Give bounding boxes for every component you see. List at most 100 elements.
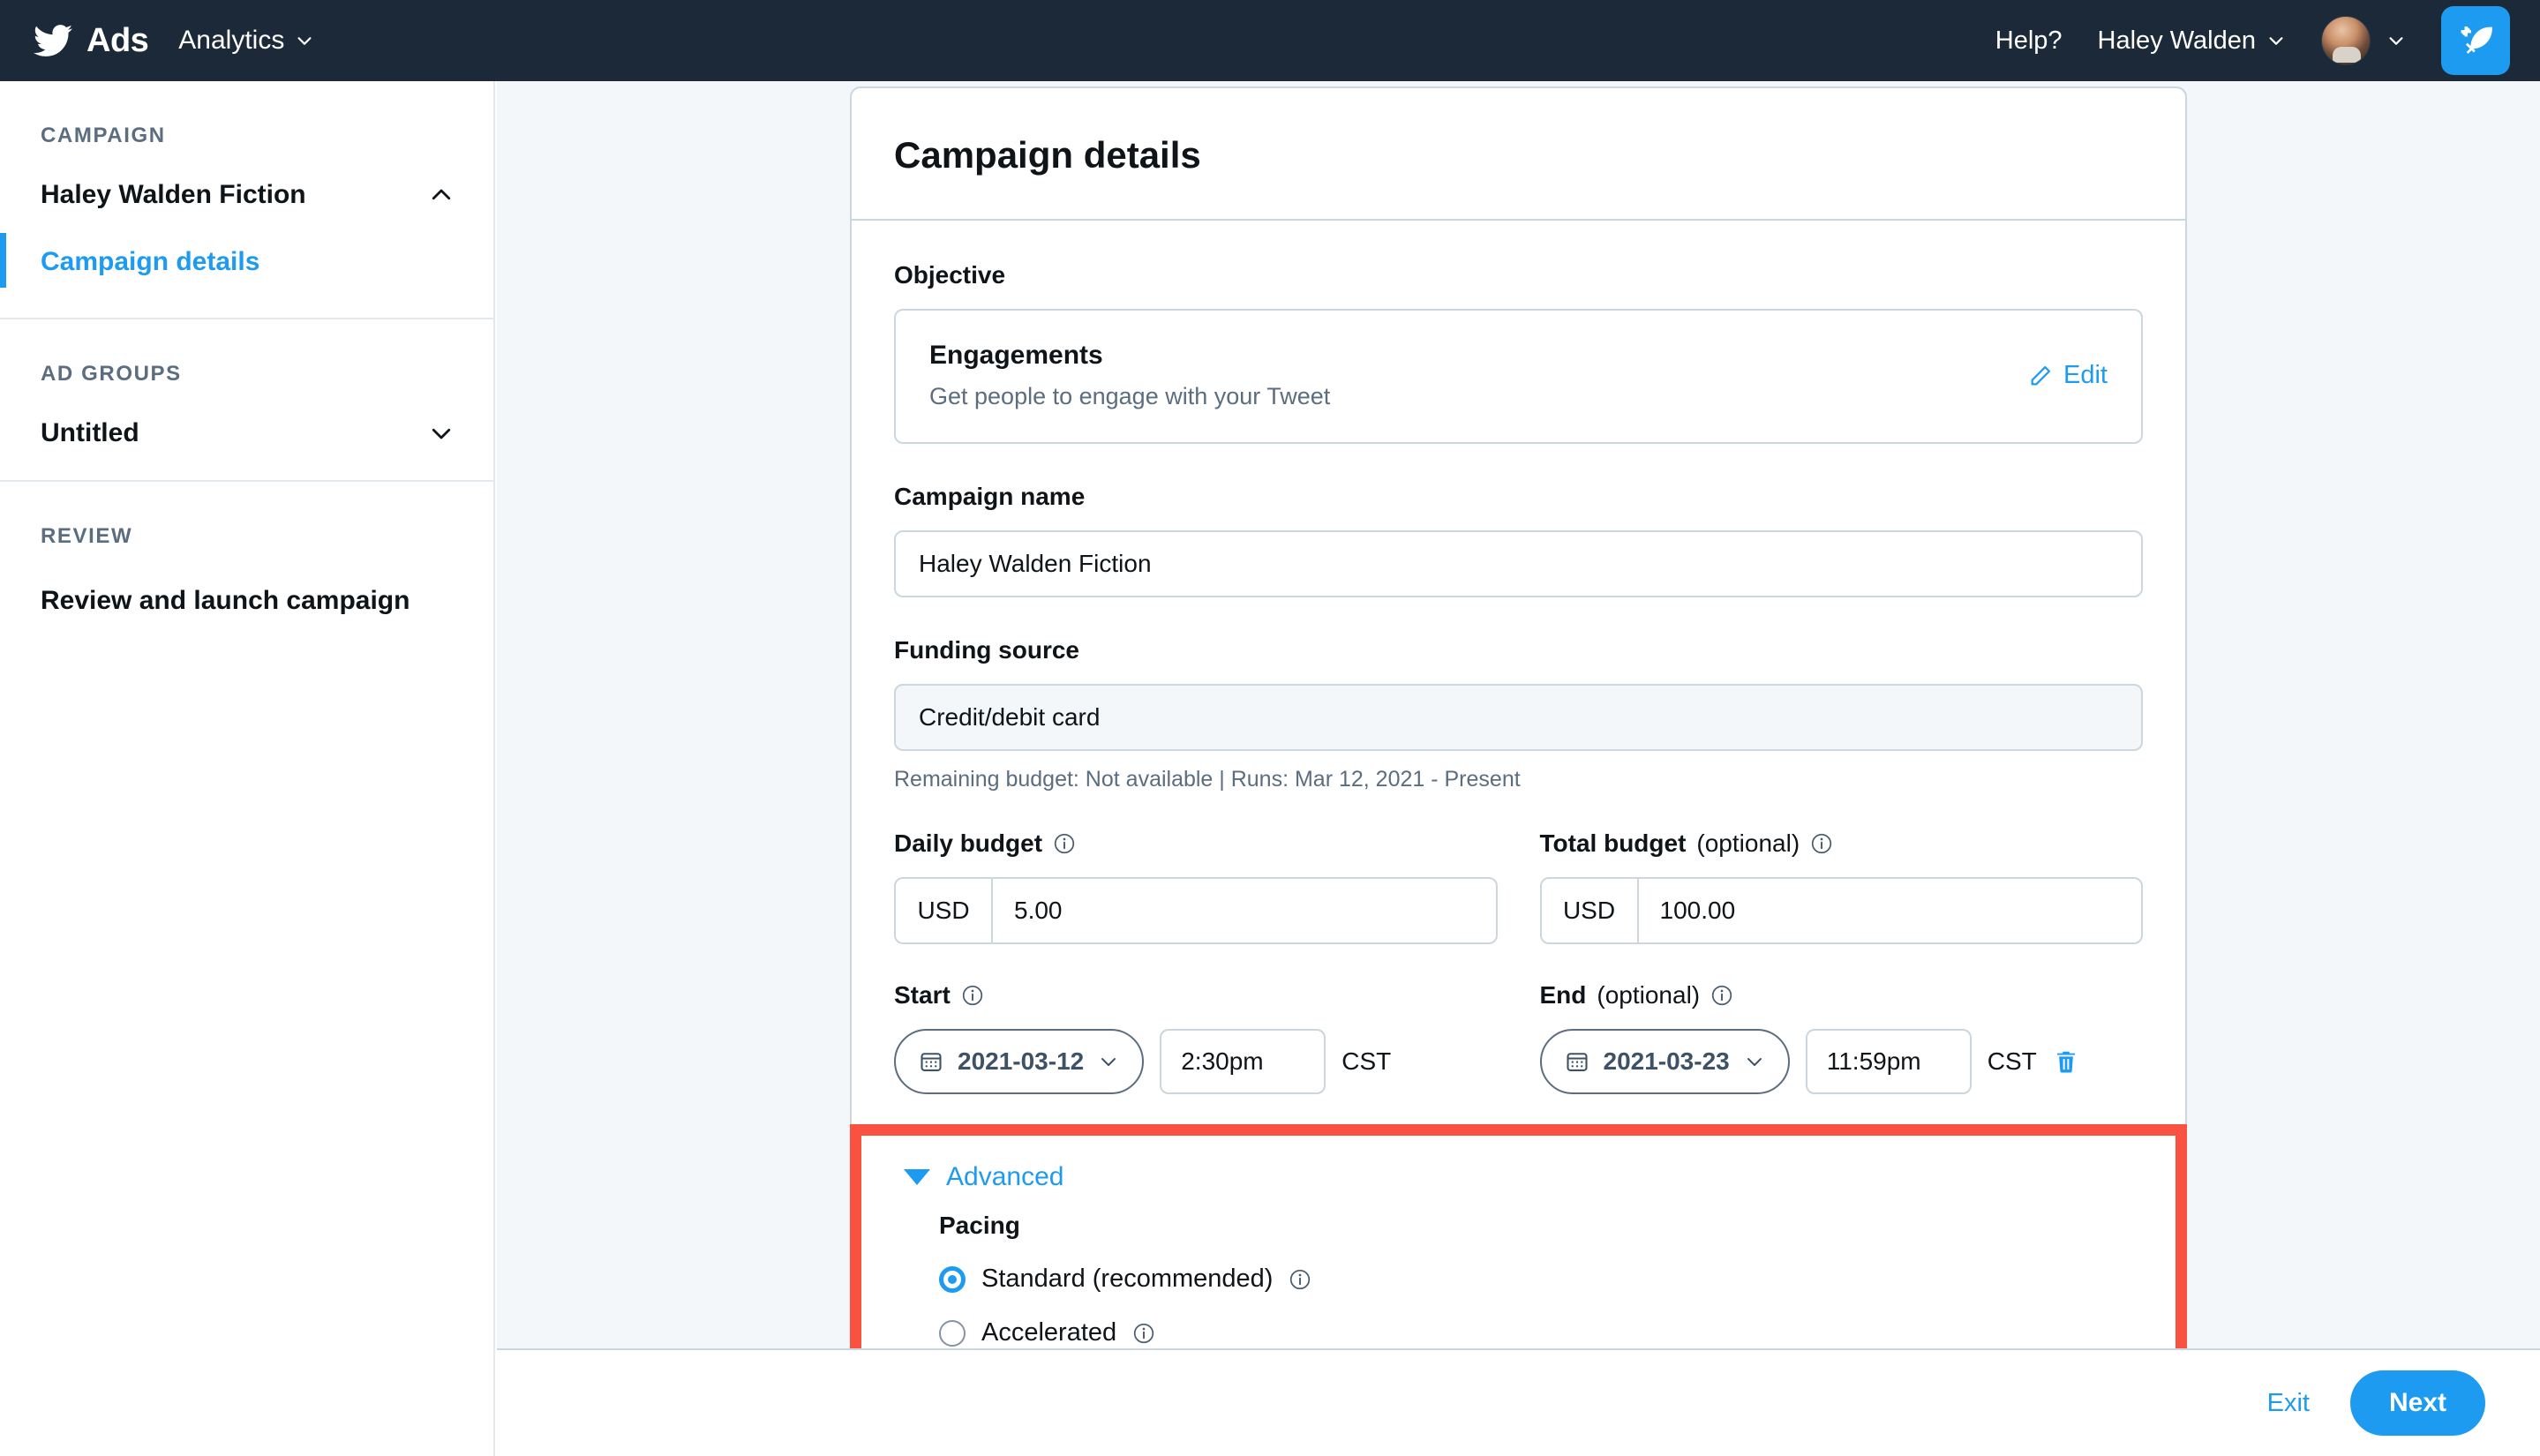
schedule-row: Start 2021-03-12 [894, 981, 2143, 1094]
chevron-down-icon [1744, 1051, 1765, 1072]
avatar [2321, 16, 2371, 65]
trash-icon[interactable] [2053, 1048, 2079, 1075]
chevron-down-icon [2386, 31, 2406, 50]
budget-row: Daily budget USD 5.00 Total budget (o [894, 829, 2143, 944]
end-controls: 2021-03-23 11:59pm CST [1540, 1029, 2144, 1094]
pacing-option-standard[interactable]: Standard (recommended) [939, 1265, 2176, 1294]
advanced-toggle[interactable]: Advanced [904, 1162, 2176, 1192]
total-budget-currency: USD [1542, 879, 1639, 942]
calendar-icon [919, 1049, 943, 1074]
sidebar-adgroup-label: Untitled [41, 418, 139, 448]
total-budget-label: Total budget (optional) [1540, 829, 2144, 858]
pacing-standard-label: Standard (recommended) [981, 1265, 1273, 1294]
daily-budget-input[interactable]: USD 5.00 [894, 877, 1498, 944]
sidebar-item-adgroup-untitled[interactable]: Untitled [0, 387, 493, 480]
advanced-label: Advanced [946, 1162, 1063, 1192]
sidebar-review-label: Review and launch campaign [41, 586, 410, 615]
nav-analytics-label: Analytics [178, 26, 284, 56]
daily-budget-label-text: Daily budget [894, 829, 1042, 858]
bottom-action-bar: Exit Next [497, 1348, 2540, 1456]
start-time-input[interactable]: 2:30pm [1160, 1029, 1326, 1094]
total-budget-input[interactable]: USD 100.00 [1540, 877, 2144, 944]
twitter-bird-icon [34, 21, 72, 60]
total-budget-group: Total budget (optional) USD 100.00 [1540, 829, 2144, 944]
start-group: Start 2021-03-12 [894, 981, 1498, 1094]
calendar-icon [1565, 1049, 1589, 1074]
start-label: Start [894, 981, 1498, 1009]
chevron-down-icon [2266, 31, 2286, 50]
info-icon[interactable] [1289, 1268, 1311, 1291]
sidebar-item-campaign-details[interactable]: Campaign details [0, 242, 493, 318]
sidebar-item-review-launch[interactable]: Review and launch campaign [0, 549, 493, 662]
chevron-up-icon[interactable] [428, 182, 455, 208]
main-content-area: Campaign details Objective Engagements G… [497, 81, 2540, 1348]
radio-standard[interactable] [939, 1266, 966, 1293]
objective-edit-label: Edit [2063, 361, 2108, 390]
funding-source-value: Credit/debit card [919, 703, 1100, 732]
total-budget-optional-text: (optional) [1696, 829, 1800, 858]
info-icon[interactable] [1710, 984, 1733, 1007]
end-label: End (optional) [1540, 981, 2144, 1009]
triangle-down-icon [904, 1169, 930, 1185]
end-date-picker[interactable]: 2021-03-23 [1540, 1029, 1790, 1094]
sidebar-section-campaign: CAMPAIGN Haley Walden Fiction Campaign d… [0, 81, 493, 319]
info-icon[interactable] [1810, 832, 1833, 855]
sidebar-campaign-details-label: Campaign details [41, 247, 259, 276]
help-link[interactable]: Help? [1995, 26, 2063, 56]
objective-edit-button[interactable]: Edit [2028, 361, 2108, 390]
campaign-name-label: Campaign name [894, 483, 2143, 511]
card-header: Campaign details [852, 88, 2185, 221]
total-budget-label-text: Total budget [1540, 829, 1687, 858]
top-navigation-bar: Ads Analytics Help? Haley Walden [0, 0, 2540, 81]
chevron-down-icon [1098, 1051, 1119, 1072]
nav-analytics-menu[interactable]: Analytics [178, 26, 314, 56]
sidebar-section-review: REVIEW Review and launch campaign [0, 482, 493, 662]
compose-tweet-button[interactable] [2441, 6, 2510, 75]
radio-accelerated[interactable] [939, 1320, 966, 1347]
brand-logo[interactable]: Ads [34, 21, 148, 60]
campaign-name-input[interactable]: Haley Walden Fiction [894, 530, 2143, 597]
daily-budget-currency: USD [896, 879, 993, 942]
start-date-picker[interactable]: 2021-03-12 [894, 1029, 1144, 1094]
end-timezone-label: CST [1988, 1047, 2037, 1076]
campaign-details-card: Campaign details Objective Engagements G… [850, 86, 2187, 1391]
avatar-menu[interactable] [2321, 16, 2406, 65]
start-controls: 2021-03-12 2:30pm CST [894, 1029, 1498, 1094]
account-menu[interactable]: Haley Walden [2098, 26, 2286, 56]
card-body: Objective Engagements Get people to enga… [852, 221, 2185, 1391]
info-icon[interactable] [961, 984, 984, 1007]
page-root: Ads Analytics Help? Haley Walden [0, 0, 2540, 1456]
start-timezone-label: CST [1341, 1047, 1391, 1076]
funding-source-label: Funding source [894, 636, 2143, 664]
objective-description: Get people to engage with your Tweet [929, 383, 1330, 410]
funding-source-helper-text: Remaining budget: Not available | Runs: … [894, 767, 2143, 792]
sidebar-heading-campaign: CAMPAIGN [0, 81, 493, 148]
exit-button[interactable]: Exit [2267, 1389, 2310, 1418]
sidebar-campaign-name-label: Haley Walden Fiction [41, 180, 306, 210]
daily-budget-value: 5.00 [993, 879, 1063, 942]
pacing-option-accelerated[interactable]: Accelerated [939, 1318, 2176, 1347]
compose-tweet-icon [2457, 22, 2494, 59]
funding-source-select[interactable]: Credit/debit card [894, 684, 2143, 751]
next-button[interactable]: Next [2350, 1370, 2485, 1436]
sidebar-section-ad-groups: AD GROUPS Untitled [0, 319, 493, 482]
objective-label: Objective [894, 261, 2143, 289]
account-name-label: Haley Walden [2098, 26, 2256, 56]
end-date-value: 2021-03-23 [1604, 1047, 1730, 1076]
brand-name: Ads [86, 22, 148, 60]
total-budget-value: 100.00 [1639, 879, 1736, 942]
nav-right-group: Help? Haley Walden [1995, 6, 2510, 75]
pacing-accelerated-label: Accelerated [981, 1318, 1116, 1347]
nav-left-group: Ads Analytics [34, 21, 314, 60]
end-time-input[interactable]: 11:59pm [1806, 1029, 1972, 1094]
info-icon[interactable] [1132, 1322, 1155, 1345]
start-time-value: 2:30pm [1181, 1047, 1263, 1076]
page-title: Campaign details [894, 134, 2143, 176]
chevron-down-icon[interactable] [428, 420, 455, 447]
sidebar-heading-ad-groups: AD GROUPS [0, 319, 493, 387]
info-icon[interactable] [1053, 832, 1076, 855]
help-label: Help? [1995, 26, 2063, 56]
sidebar-item-campaign-name[interactable]: Haley Walden Fiction [0, 148, 493, 242]
advanced-section: Advanced Pacing Standard (recommended) [861, 1136, 2176, 1379]
daily-budget-group: Daily budget USD 5.00 [894, 829, 1498, 944]
